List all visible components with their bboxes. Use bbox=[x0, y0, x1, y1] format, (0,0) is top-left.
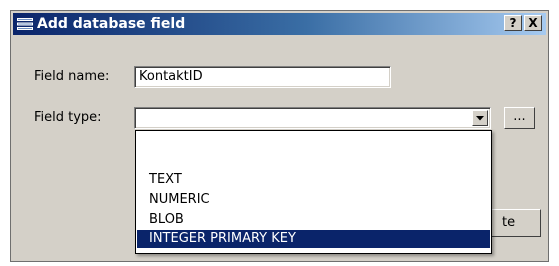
field-type-dropdown-button[interactable] bbox=[472, 110, 488, 126]
field-type-select[interactable] bbox=[134, 107, 491, 129]
add-field-dialog: Add database field ? X Field name: Konta… bbox=[10, 10, 549, 262]
help-button[interactable]: ? bbox=[504, 15, 522, 31]
field-name-input[interactable]: KontaktID bbox=[134, 66, 391, 88]
window-title: Add database field bbox=[37, 16, 186, 32]
chevron-down-icon bbox=[476, 116, 484, 121]
dropdown-option-blob[interactable]: BLOB bbox=[137, 211, 490, 229]
field-type-dropdown-list: TEXT NUMERIC BLOB INTEGER PRIMARY KEY bbox=[135, 130, 492, 254]
dropdown-option-integer-primary-key[interactable]: INTEGER PRIMARY KEY bbox=[137, 230, 490, 248]
database-field-icon bbox=[17, 18, 33, 30]
browse-button[interactable]: ... bbox=[504, 107, 535, 129]
close-button[interactable]: X bbox=[524, 15, 542, 31]
dropdown-option-text[interactable]: TEXT bbox=[137, 171, 490, 189]
title-bar[interactable]: Add database field ? X bbox=[13, 13, 546, 35]
field-name-label: Field name: bbox=[34, 69, 110, 84]
dropdown-option-numeric[interactable]: NUMERIC bbox=[137, 191, 490, 209]
dropdown-option-empty[interactable] bbox=[137, 133, 490, 151]
field-type-label: Field type: bbox=[34, 110, 102, 125]
